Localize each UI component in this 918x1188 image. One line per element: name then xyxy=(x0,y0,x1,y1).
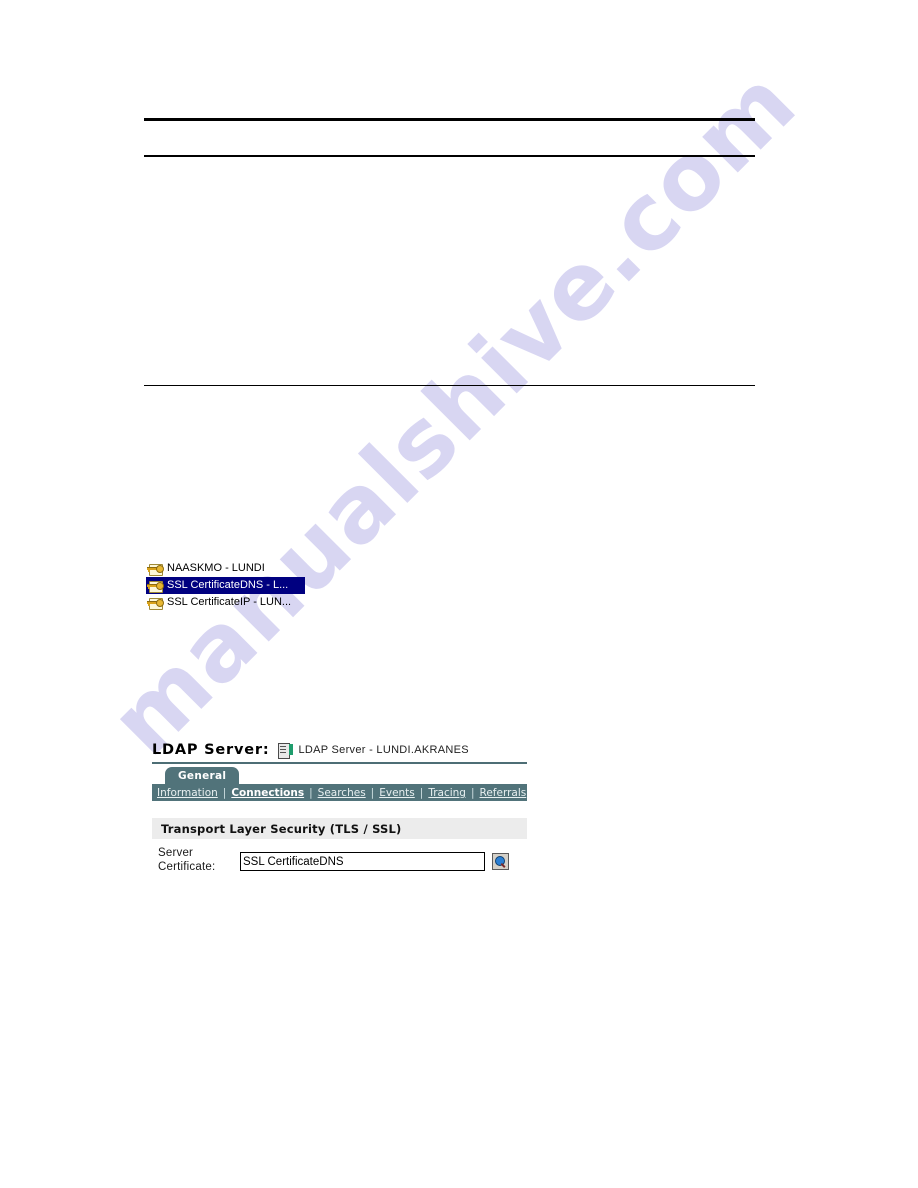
list-item-label: SSL CertificateDNS - L... xyxy=(167,579,289,591)
list-item-label: SSL CertificateIP - LUN... xyxy=(167,596,292,608)
page-title: LDAP Server: xyxy=(152,742,270,758)
tab-general[interactable]: General xyxy=(165,767,240,784)
section-header-tls: Transport Layer Security (TLS / SSL) xyxy=(152,818,527,839)
title-underline xyxy=(152,762,527,764)
section-rule xyxy=(144,385,755,386)
tab-bar: General Information | Connections | Sear… xyxy=(152,767,527,803)
server-certificate-label-line1: Server xyxy=(158,847,194,859)
subtab-separator: | xyxy=(470,786,475,799)
header-rule-top xyxy=(144,118,755,121)
subtab-connections[interactable]: Connections xyxy=(230,786,305,800)
magnifier-handle-icon xyxy=(500,863,506,868)
list-item[interactable]: SSL CertificateIP - LUN... xyxy=(146,594,306,611)
section-title: Transport Layer Security (TLS / SSL) xyxy=(161,821,402,836)
ldap-server-name: LDAP Server - LUNDI.AKRANES xyxy=(298,744,469,756)
ldap-server-header: LDAP Server: LDAP Server - LUNDI.AKRANES xyxy=(152,737,527,759)
server-certificate-label: Server Certificate: xyxy=(158,846,240,874)
list-item-label: NAASKMO - LUNDI xyxy=(167,562,265,574)
subtab-separator: | xyxy=(309,786,313,799)
subtab-separator: | xyxy=(419,786,424,799)
ldap-server-panel: LDAP Server: LDAP Server - LUNDI.AKRANES… xyxy=(152,737,527,874)
certificate-icon xyxy=(147,579,164,593)
header-rule-second xyxy=(144,155,755,157)
subtab-separator: | xyxy=(370,786,375,799)
subtab-searches[interactable]: Searches xyxy=(317,786,367,800)
subtab-information[interactable]: Information xyxy=(156,786,219,800)
subtab-separator: | xyxy=(222,786,227,799)
certificate-list[interactable]: NAASKMO - LUNDI SSL CertificateDNS - L..… xyxy=(146,560,306,611)
subtab-tracing[interactable]: Tracing xyxy=(427,786,467,800)
subtab-referrals[interactable]: Referrals xyxy=(479,786,528,800)
subtab-strip: Information | Connections | Searches | E… xyxy=(152,784,527,801)
list-item[interactable]: NAASKMO - LUNDI xyxy=(146,560,306,577)
server-certificate-label-line2: Certificate: xyxy=(158,861,216,873)
subtab-events[interactable]: Events xyxy=(378,786,416,800)
ldap-server-icon xyxy=(278,743,294,759)
certificate-icon xyxy=(147,562,164,576)
server-certificate-row: Server Certificate: xyxy=(152,846,527,874)
server-certificate-input[interactable] xyxy=(240,852,485,871)
certificate-icon xyxy=(147,596,164,610)
list-item[interactable]: SSL CertificateDNS - L... xyxy=(146,577,305,594)
document-page: NAASKMO - LUNDI SSL CertificateDNS - L..… xyxy=(0,0,918,1188)
browse-certificate-button[interactable] xyxy=(492,853,509,870)
